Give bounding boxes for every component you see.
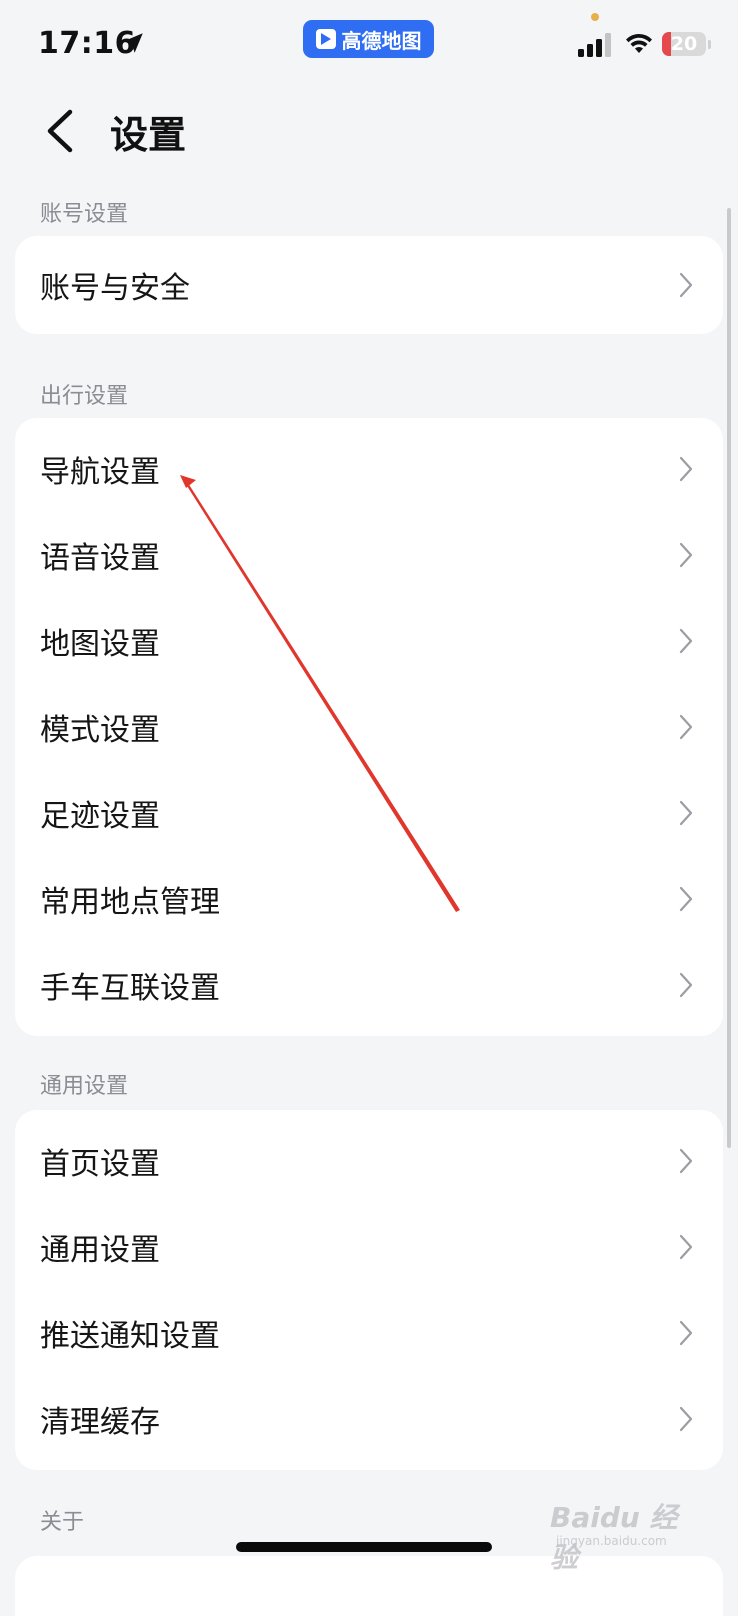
list-item-mode-settings[interactable]: 模式设置: [15, 684, 723, 770]
list-item-phone-car-link[interactable]: 手车互联设置: [15, 942, 723, 1028]
list-item-voice-settings[interactable]: 语音设置: [15, 512, 723, 598]
privacy-dot-indicator: [591, 13, 599, 21]
chevron-right-icon: [679, 456, 693, 482]
list-item-label: 模式设置: [40, 713, 160, 748]
location-arrow-icon: [123, 33, 143, 53]
list-item-footprint-settings[interactable]: 足迹设置: [15, 770, 723, 856]
chevron-right-icon: [679, 1234, 693, 1260]
list-item-label: 常用地点管理: [40, 885, 220, 920]
amap-logo-icon: [315, 29, 336, 49]
section-title-account: 账号设置: [40, 202, 129, 227]
status-bar: 17:16 高德地图 20: [0, 0, 738, 90]
list-item-label: 清理缓存: [40, 1405, 160, 1440]
page-title: 设置: [110, 113, 187, 157]
list-item-general-settings[interactable]: 通用设置: [15, 1204, 723, 1290]
chevron-right-icon: [679, 542, 693, 568]
list-item-label: 地图设置: [40, 627, 160, 662]
list-item-label: 手车互联设置: [40, 971, 220, 1006]
app-pill-label: 高德地图: [341, 28, 422, 53]
list-item-home-settings[interactable]: 首页设置: [15, 1118, 723, 1204]
app-return-pill[interactable]: 高德地图: [303, 20, 434, 58]
cellular-signal-icon: [578, 33, 611, 57]
chevron-right-icon: [679, 800, 693, 826]
list-item-label: 推送通知设置: [40, 1319, 220, 1354]
chevron-right-icon: [679, 1406, 693, 1432]
chevron-right-icon: [679, 1320, 693, 1346]
chevron-right-icon: [679, 714, 693, 740]
home-indicator[interactable]: [236, 1542, 492, 1552]
chevron-right-icon: [679, 628, 693, 654]
chevron-right-icon: [679, 1148, 693, 1174]
back-arrow-icon[interactable]: [44, 108, 78, 154]
list-item-label: 语音设置: [40, 541, 160, 576]
list-item-account-security[interactable]: 账号与安全: [15, 236, 723, 334]
section-title-about: 关于: [40, 1510, 85, 1535]
list-item-label: 导航设置: [40, 455, 160, 490]
battery-percent: 20: [670, 33, 698, 55]
baidu-watermark: Baidu 经验 jingyan.baidu.com: [548, 1494, 698, 1574]
wifi-icon: [626, 33, 652, 53]
scroll-indicator: [727, 208, 731, 1148]
card-travel: 导航设置 语音设置 地图设置 模式设置 足迹设置 常用地点管理 手车互联设置: [15, 418, 723, 1036]
chevron-right-icon: [679, 886, 693, 912]
battery-tip: [708, 40, 711, 49]
card-account: 账号与安全: [15, 236, 723, 334]
list-item-label: 首页设置: [40, 1147, 160, 1182]
section-title-travel: 出行设置: [40, 384, 129, 409]
card-general: 首页设置 通用设置 推送通知设置 清理缓存: [15, 1110, 723, 1470]
list-item-navigation-settings[interactable]: 导航设置: [15, 426, 723, 512]
chevron-right-icon: [679, 272, 693, 298]
list-item-push-settings[interactable]: 推送通知设置: [15, 1290, 723, 1376]
chevron-right-icon: [679, 972, 693, 998]
list-item-frequent-places[interactable]: 常用地点管理: [15, 856, 723, 942]
list-item-clear-cache[interactable]: 清理缓存: [15, 1376, 723, 1462]
list-item-label: 通用设置: [40, 1233, 160, 1268]
section-title-general: 通用设置: [40, 1074, 129, 1099]
watermark-sub: jingyan.baidu.com: [556, 1534, 667, 1548]
list-item-label: 账号与安全: [40, 271, 190, 306]
list-item-label: 足迹设置: [40, 799, 160, 834]
battery-indicator: 20: [662, 32, 706, 56]
list-item-map-settings[interactable]: 地图设置: [15, 598, 723, 684]
